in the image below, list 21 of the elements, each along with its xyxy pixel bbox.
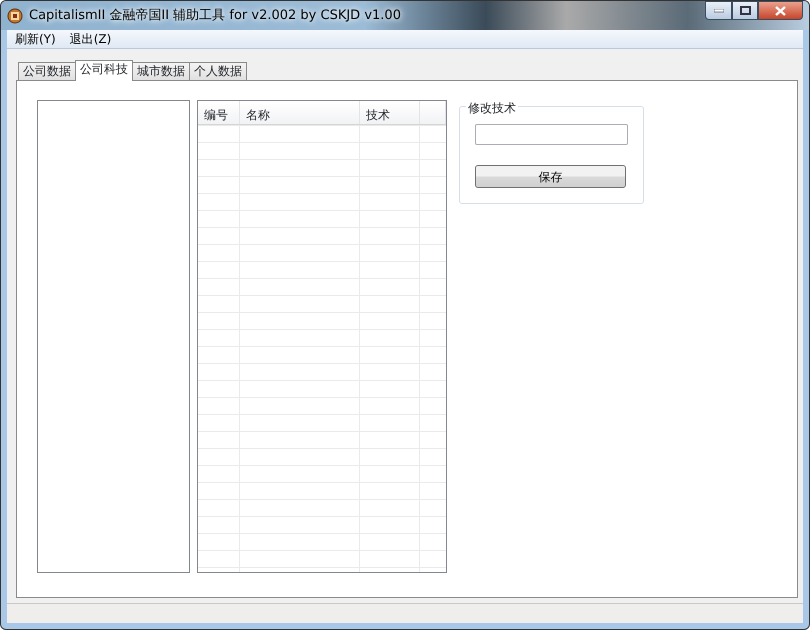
menu-item[interactable]: 刷新(Y) — [15, 30, 56, 48]
tab[interactable]: 城市数据 — [132, 62, 190, 80]
minimize-button[interactable] — [705, 1, 732, 20]
column-header[interactable]: 名称 — [240, 101, 360, 124]
group-label: 修改技术 — [466, 99, 518, 117]
window-title: CapitalismII 金融帝国II 辅助工具 for v2.002 by CSKJD v1.00 — [29, 6, 401, 25]
input-field[interactable] — [475, 124, 628, 145]
tab[interactable]: 公司数据 — [18, 62, 76, 80]
close-button[interactable] — [758, 1, 803, 20]
maximize-icon — [740, 6, 750, 15]
save-button[interactable]: 保存 — [475, 165, 626, 188]
column-header[interactable]: 编号 — [198, 101, 240, 124]
tab[interactable]: 个人数据 — [189, 62, 247, 80]
data-grid[interactable]: 编号 名称 技术 — [197, 100, 447, 573]
column-header[interactable]: 技术 — [360, 101, 420, 124]
app-icon — [7, 8, 23, 24]
maximize-button[interactable] — [732, 1, 758, 20]
menu-item[interactable]: 退出(Z) — [70, 30, 112, 48]
minimize-icon — [714, 8, 724, 12]
close-icon — [775, 6, 786, 16]
tab[interactable]: 公司科技 — [75, 60, 133, 81]
